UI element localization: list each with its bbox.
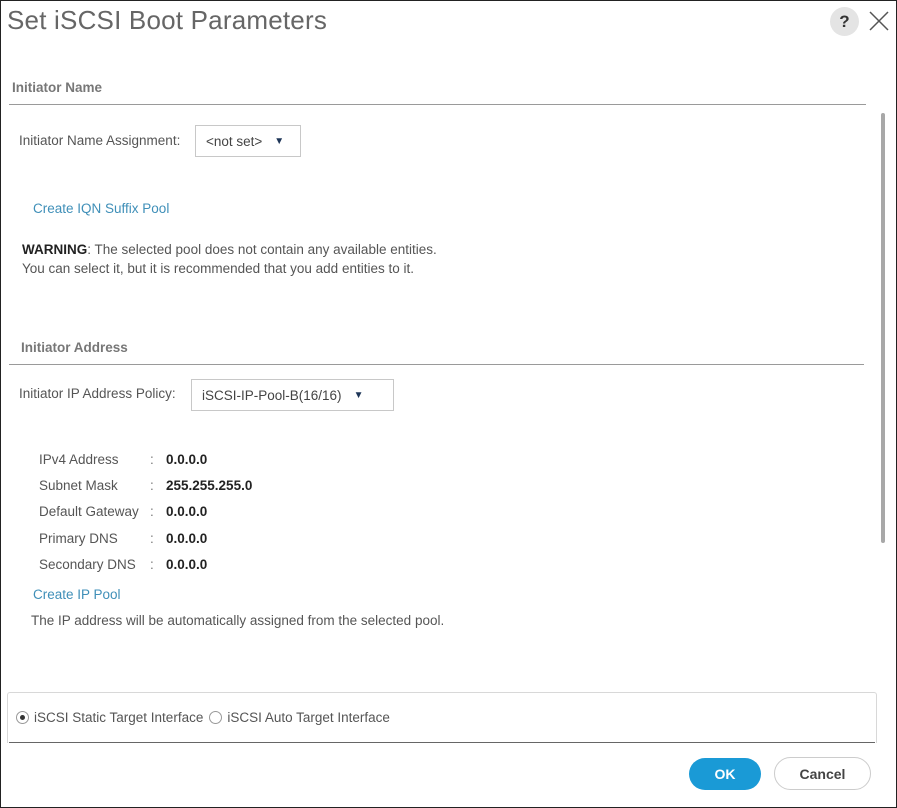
initiator-name-assignment-label: Initiator Name Assignment:	[19, 133, 181, 148]
scrollbar[interactable]	[881, 113, 885, 543]
initiator-name-section-title: Initiator Name	[12, 80, 103, 95]
cancel-button[interactable]: Cancel	[774, 757, 871, 790]
field-value: 0.0.0.0	[166, 504, 208, 519]
field-value: 0.0.0.0	[166, 557, 208, 572]
section-divider	[9, 364, 864, 365]
ok-button[interactable]: OK	[689, 758, 761, 790]
ip-assignment-note: The IP address will be automatically ass…	[31, 613, 445, 628]
chevron-down-icon: ▼	[274, 135, 285, 147]
initiator-ip-address-policy-value: iSCSI-IP-Pool-B(16/16)	[202, 387, 342, 403]
initiator-name-assignment-value: <not set>	[206, 133, 263, 149]
help-icon: ?	[839, 11, 850, 31]
pool-warning: WARNING: The selected pool does not cont…	[22, 240, 437, 278]
set-iscsi-boot-parameters-dialog: Set iSCSI Boot Parameters ? Initiator Na…	[0, 0, 897, 808]
field-separator: :	[150, 452, 154, 467]
warning-text-line2: You can select it, but it is recommended…	[22, 261, 414, 276]
field-value: 0.0.0.0	[166, 531, 208, 546]
field-separator: :	[150, 504, 154, 519]
field-separator: :	[150, 531, 154, 546]
warning-text-line1: : The selected pool does not contain any…	[87, 242, 437, 257]
section-divider	[9, 104, 866, 105]
create-iqn-suffix-pool-link[interactable]: Create IQN Suffix Pool	[33, 201, 169, 216]
initiator-ip-address-policy-select[interactable]: iSCSI-IP-Pool-B(16/16) ▼	[191, 379, 394, 411]
target-interface-divider	[9, 742, 875, 743]
field-label: Primary DNS	[39, 531, 118, 546]
initiator-ip-address-policy-label: Initiator IP Address Policy:	[19, 386, 176, 401]
radio-selected-dot	[20, 715, 25, 720]
initiator-name-assignment-select[interactable]: <not set> ▼	[195, 125, 301, 157]
field-label: Subnet Mask	[39, 478, 118, 493]
static-target-interface-radio[interactable]	[16, 711, 29, 724]
field-label: Default Gateway	[39, 504, 139, 519]
close-button[interactable]	[867, 9, 891, 33]
field-separator: :	[150, 557, 154, 572]
help-button[interactable]: ?	[830, 7, 859, 36]
target-interface-radio-group: iSCSI Static Target Interface iSCSI Auto…	[16, 710, 396, 725]
auto-target-interface-radio[interactable]	[209, 711, 223, 724]
warning-label: WARNING	[22, 242, 88, 257]
dialog-title: Set iSCSI Boot Parameters	[7, 5, 328, 35]
field-label: Secondary DNS	[39, 557, 136, 572]
chevron-down-icon: ▼	[353, 389, 364, 401]
close-icon	[869, 11, 889, 31]
auto-target-interface-label[interactable]: iSCSI Auto Target Interface	[227, 710, 390, 725]
field-separator: :	[150, 478, 154, 493]
field-value: 0.0.0.0	[166, 452, 208, 467]
field-label: IPv4 Address	[39, 452, 119, 467]
static-target-interface-label[interactable]: iSCSI Static Target Interface	[34, 710, 203, 725]
field-value: 255.255.255.0	[166, 478, 253, 493]
create-ip-pool-link[interactable]: Create IP Pool	[33, 587, 121, 602]
initiator-address-section-title: Initiator Address	[21, 340, 128, 355]
